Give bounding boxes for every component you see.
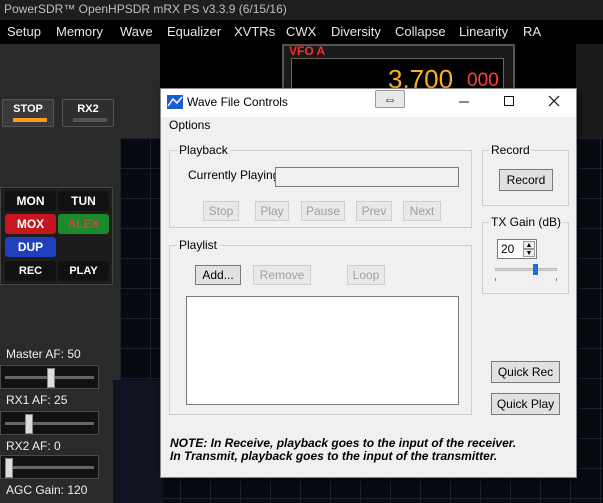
rx2-af-label: RX2 AF: 0 [6, 439, 61, 453]
tx-gain-up-arrow-icon[interactable]: ▲ [523, 241, 535, 249]
menu-linearity[interactable]: Linearity [459, 24, 508, 39]
menu-diversity[interactable]: Diversity [331, 24, 381, 39]
currently-playing-field[interactable] [275, 167, 459, 187]
tx-gain-slider-thumb[interactable] [533, 264, 538, 275]
move-arrows-icon[interactable]: ⇔ [375, 90, 405, 108]
playlist-group-label: Playlist [177, 238, 220, 252]
agc-gain-label: AGC Gain: 120 [6, 483, 88, 497]
rec-button[interactable]: REC [5, 261, 56, 281]
pause-playback-button[interactable]: Pause [301, 201, 345, 221]
rx2-af-slider[interactable] [0, 455, 99, 479]
add-file-button[interactable]: Add... [195, 265, 241, 285]
maximize-icon [504, 96, 514, 106]
rx2-label: RX2 [77, 103, 99, 115]
app-menu-bar: Setup Memory Wave Equalizer XVTRs CWX Di… [0, 20, 603, 44]
rx2-led-indicator [73, 118, 107, 122]
note-transmit: In Transmit, playback goes to the input … [170, 449, 498, 463]
close-icon [548, 95, 560, 107]
dialog-title-bar[interactable]: Wave File Controls ⇔ [161, 89, 576, 117]
menu-setup[interactable]: Setup [7, 24, 41, 39]
stop-playback-button[interactable]: Stop [203, 201, 239, 221]
stop-button[interactable]: STOP [2, 99, 54, 127]
tx-gain-group: TX Gain (dB) 20 ▲ ▼ [482, 215, 569, 294]
record-group-label: Record [489, 143, 532, 157]
tx-gain-slider[interactable] [495, 263, 557, 283]
close-button[interactable] [539, 93, 569, 113]
tx-gain-spinbox[interactable]: 20 ▲ ▼ [497, 239, 537, 259]
minimize-button[interactable] [449, 93, 479, 113]
master-af-label: Master AF: 50 [6, 347, 81, 361]
rx2-af-rail [5, 466, 94, 469]
mox-control-panel: MON TUN MOX ALEX DUP REC PLAY [0, 187, 113, 285]
playlist-listbox[interactable] [186, 296, 459, 405]
menu-memory[interactable]: Memory [56, 24, 103, 39]
quick-play-button[interactable]: Quick Play [491, 393, 560, 415]
master-af-slider[interactable] [0, 365, 99, 389]
menu-cwx[interactable]: CWX [286, 24, 316, 39]
tx-gain-slider-ticks [495, 278, 557, 281]
remove-file-button[interactable]: Remove [253, 265, 311, 285]
maximize-button[interactable] [494, 93, 524, 113]
rx1-af-label: RX1 AF: 25 [6, 393, 68, 407]
dialog-title: Wave File Controls [187, 95, 288, 109]
playback-group: Playback Currently Playing Stop Play Pau… [169, 143, 472, 228]
currently-playing-label: Currently Playing [188, 168, 280, 182]
mon-button[interactable]: MON [5, 191, 56, 211]
wave-file-controls-dialog: Wave File Controls ⇔ Options Playback Cu… [160, 88, 577, 478]
mox-button[interactable]: MOX [5, 214, 56, 234]
menu-xvtrs[interactable]: XVTRs [234, 24, 275, 39]
prev-track-button[interactable]: Prev [356, 201, 392, 221]
menu-ra[interactable]: RA [523, 24, 541, 39]
wave-app-icon [167, 95, 183, 109]
note-receive: NOTE: In Receive, playback goes to the i… [170, 436, 517, 450]
app-title-bar: PowerSDR™ OpenHPSDR mRX PS v3.3.9 (6/15/… [0, 0, 603, 20]
menu-wave[interactable]: Wave [120, 24, 153, 39]
stop-label: STOP [13, 103, 43, 115]
tx-gain-slider-rail [495, 268, 557, 271]
rx2-af-thumb[interactable] [5, 458, 13, 478]
playlist-group: Playlist Add... Remove Loop [169, 238, 472, 415]
rx1-af-thumb[interactable] [25, 414, 33, 434]
minimize-icon [459, 101, 469, 103]
vfo-a-label: VFO A [289, 44, 326, 58]
record-group: Record Record [482, 143, 569, 206]
record-button[interactable]: Record [499, 169, 553, 191]
menu-collapse[interactable]: Collapse [395, 24, 446, 39]
app-title: PowerSDR™ OpenHPSDR mRX PS v3.3.9 (6/15/… [4, 2, 287, 16]
play-button[interactable]: PLAY [58, 261, 109, 281]
tun-button[interactable]: TUN [58, 191, 109, 211]
rx1-af-slider[interactable] [0, 411, 99, 435]
alex-button[interactable]: ALEX [58, 214, 109, 234]
playback-group-label: Playback [177, 143, 230, 157]
loop-button[interactable]: Loop [347, 265, 385, 285]
tx-gain-value: 20 [501, 242, 515, 256]
next-track-button[interactable]: Next [403, 201, 441, 221]
menu-options[interactable]: Options [169, 118, 210, 132]
master-af-thumb[interactable] [47, 368, 55, 388]
tx-gain-group-label: TX Gain (dB) [489, 215, 564, 229]
dup-button[interactable]: DUP [5, 237, 56, 257]
tx-gain-down-arrow-icon[interactable]: ▼ [523, 249, 535, 257]
menu-equalizer[interactable]: Equalizer [167, 24, 221, 39]
play-playback-button[interactable]: Play [255, 201, 289, 221]
stop-led-indicator [13, 118, 47, 122]
rx2-button[interactable]: RX2 [62, 99, 114, 127]
waterfall-display [113, 380, 163, 503]
quick-rec-button[interactable]: Quick Rec [491, 361, 560, 383]
rx1-af-rail [5, 422, 94, 425]
